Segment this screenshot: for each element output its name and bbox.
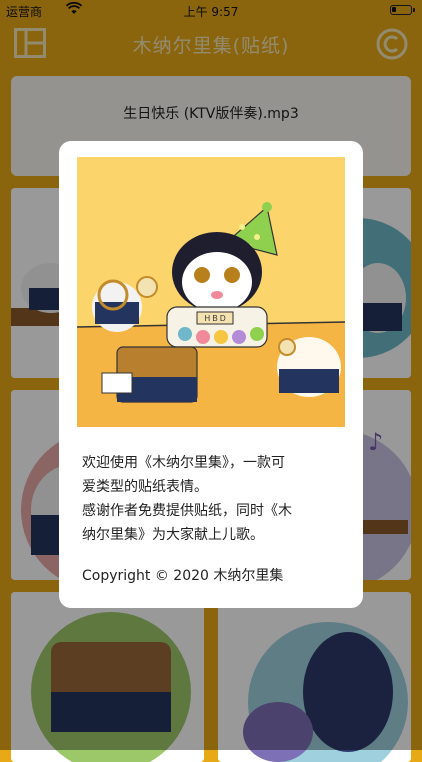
copyright-text: Copyright © 2020 木纳尔里集	[82, 568, 284, 584]
welcome-dialog: H B D 欢迎使用《木纳尔里集》，一款可 爱类型的贴纸表情。 感谢作者免费提供…	[59, 141, 363, 608]
message-line: 纳尔里集》为大家献上儿歌。	[82, 527, 264, 543]
welcome-message: 欢迎使用《木纳尔里集》，一款可 爱类型的贴纸表情。 感谢作者免费提供贴纸，同时《…	[82, 451, 344, 547]
birthday-band-illustration: H B D	[77, 157, 345, 427]
message-line: 感谢作者免费提供贴纸，同时《木	[82, 503, 292, 519]
cake-banner-text: H B D	[204, 314, 226, 323]
message-line: 欢迎使用《木纳尔里集》，一款可	[82, 455, 285, 471]
message-line: 爱类型的贴纸表情。	[82, 479, 208, 495]
